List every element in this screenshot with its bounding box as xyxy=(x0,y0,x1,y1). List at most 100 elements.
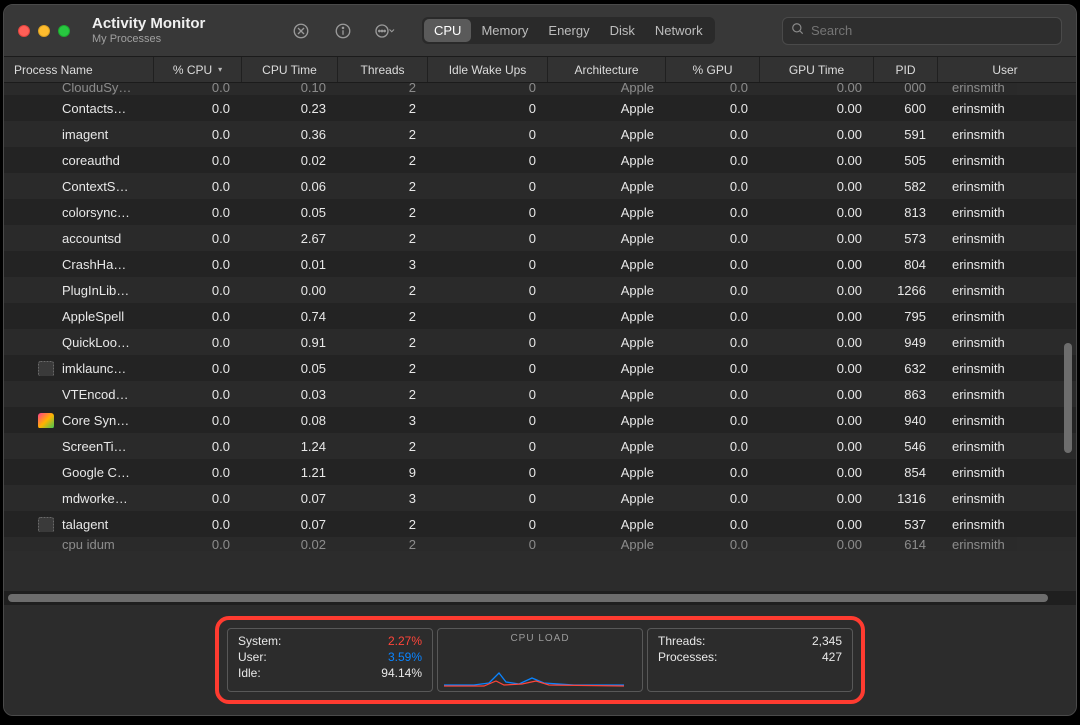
cell-pid: 854 xyxy=(874,465,938,480)
col-cpu-percent[interactable]: % CPU▾ xyxy=(154,57,242,82)
cell-threads: 2 xyxy=(338,335,428,350)
cell-idle-wake: 0 xyxy=(428,439,548,454)
cell-pid: 804 xyxy=(874,257,938,272)
cell-gpu: 0.0 xyxy=(666,361,760,376)
vertical-scrollbar[interactable] xyxy=(1062,83,1074,591)
search-input[interactable] xyxy=(811,23,1053,38)
table-row[interactable]: imagent0.00.3620Apple0.00.00591erinsmith xyxy=(4,121,1076,147)
col-cpu-time[interactable]: CPU Time xyxy=(242,57,338,82)
table-row[interactable]: CrashHa…0.00.0130Apple0.00.00804erinsmit… xyxy=(4,251,1076,277)
tab-cpu[interactable]: CPU xyxy=(424,19,471,42)
table-row[interactable]: ContextS…0.00.0620Apple0.00.00582erinsmi… xyxy=(4,173,1076,199)
cell-gpu: 0.0 xyxy=(666,335,760,350)
cell-architecture: Apple xyxy=(548,387,666,402)
activity-monitor-window: Activity Monitor My Processes CPUMemoryE… xyxy=(3,4,1077,716)
table-row[interactable]: talagent0.00.0720Apple0.00.00537erinsmit… xyxy=(4,511,1076,537)
tab-energy[interactable]: Energy xyxy=(538,19,599,42)
scrollbar-thumb[interactable] xyxy=(1064,343,1072,453)
app-icon xyxy=(38,361,54,376)
col-gpu-percent[interactable]: % GPU xyxy=(666,57,760,82)
cell-idle-wake: 0 xyxy=(428,465,548,480)
sort-indicator-icon: ▾ xyxy=(218,65,222,74)
col-gpu-time[interactable]: GPU Time xyxy=(760,57,874,82)
table-row[interactable]: Core Syn…0.00.0830Apple0.00.00940erinsmi… xyxy=(4,407,1076,433)
col-idle-wake-ups[interactable]: Idle Wake Ups xyxy=(428,57,548,82)
cell-process-name: imklaunc… xyxy=(4,361,154,376)
scrollbar-thumb[interactable] xyxy=(8,594,1048,602)
table-row[interactable]: colorsync…0.00.0520Apple0.00.00813erinsm… xyxy=(4,199,1076,225)
cell-user: erinsmith xyxy=(938,153,1058,168)
cpu-summary-panel: System:2.27% User:3.59% Idle:94.14% CPU … xyxy=(215,616,865,704)
cell-gpu: 0.0 xyxy=(666,309,760,324)
cell-user: erinsmith xyxy=(938,205,1058,220)
cell-cpu: 0.0 xyxy=(154,309,242,324)
cell-gpu: 0.0 xyxy=(666,283,760,298)
table-row[interactable]: mdworke…0.00.0730Apple0.00.001316erinsmi… xyxy=(4,485,1076,511)
zoom-button[interactable] xyxy=(58,25,70,37)
table-row[interactable]: ScreenTi…0.01.2420Apple0.00.00546erinsmi… xyxy=(4,433,1076,459)
search-field[interactable] xyxy=(782,17,1062,45)
process-table: ClouduSy…0.00.1020Apple0.00.00000erinsmi… xyxy=(4,83,1076,591)
cell-architecture: Apple xyxy=(548,361,666,376)
table-row[interactable]: Contacts…0.00.2320Apple0.00.00600erinsmi… xyxy=(4,95,1076,121)
options-menu-button[interactable] xyxy=(370,17,400,45)
table-row[interactable]: Google C…0.01.2190Apple0.00.00854erinsmi… xyxy=(4,459,1076,485)
table-row[interactable]: cpu idum0.00.0220Apple0.00.00614erinsmit… xyxy=(4,537,1076,551)
cell-architecture: Apple xyxy=(548,101,666,116)
cell-idle-wake: 0 xyxy=(428,335,548,350)
table-row[interactable]: AppleSpell0.00.7420Apple0.00.00795erinsm… xyxy=(4,303,1076,329)
cell-process-name: accountsd xyxy=(4,231,154,246)
cell-threads: 2 xyxy=(338,153,428,168)
cell-idle-wake: 0 xyxy=(428,101,548,116)
stop-process-button[interactable] xyxy=(286,17,316,45)
col-user[interactable]: User xyxy=(938,57,1058,82)
cell-user: erinsmith xyxy=(938,413,1058,428)
cell-gpu: 0.0 xyxy=(666,465,760,480)
horizontal-scrollbar[interactable] xyxy=(4,591,1076,605)
table-row[interactable]: coreauthd0.00.0220Apple0.00.00505erinsmi… xyxy=(4,147,1076,173)
col-pid[interactable]: PID xyxy=(874,57,938,82)
titlebar: Activity Monitor My Processes CPUMemoryE… xyxy=(4,5,1076,57)
col-architecture[interactable]: Architecture xyxy=(548,57,666,82)
cell-process-name: ContextS… xyxy=(4,179,154,194)
cell-threads: 3 xyxy=(338,257,428,272)
tab-network[interactable]: Network xyxy=(645,19,713,42)
cell-cpu-time: 0.23 xyxy=(242,101,338,116)
cpu-load-sparkline xyxy=(444,667,624,687)
idle-label: Idle: xyxy=(238,666,261,680)
cell-architecture: Apple xyxy=(548,257,666,272)
col-threads[interactable]: Threads xyxy=(338,57,428,82)
cell-gpu: 0.0 xyxy=(666,231,760,246)
minimize-button[interactable] xyxy=(38,25,50,37)
cell-process-name: ClouduSy… xyxy=(4,83,154,95)
cell-pid: 940 xyxy=(874,413,938,428)
cell-gpu-time: 0.00 xyxy=(760,179,874,194)
table-row[interactable]: VTEncod…0.00.0320Apple0.00.00863erinsmit… xyxy=(4,381,1076,407)
cell-cpu: 0.0 xyxy=(154,537,242,551)
close-button[interactable] xyxy=(18,25,30,37)
cell-gpu-time: 0.00 xyxy=(760,205,874,220)
info-button[interactable] xyxy=(328,17,358,45)
cell-cpu-time: 0.07 xyxy=(242,517,338,532)
tab-memory[interactable]: Memory xyxy=(471,19,538,42)
cell-cpu: 0.0 xyxy=(154,179,242,194)
table-row[interactable]: PlugInLib…0.00.0020Apple0.00.001266erins… xyxy=(4,277,1076,303)
cell-gpu-time: 0.00 xyxy=(760,257,874,272)
cell-cpu-time: 0.91 xyxy=(242,335,338,350)
cell-architecture: Apple xyxy=(548,517,666,532)
table-row[interactable]: QuickLoo…0.00.9120Apple0.00.00949erinsmi… xyxy=(4,329,1076,355)
cell-pid: 591 xyxy=(874,127,938,142)
cell-idle-wake: 0 xyxy=(428,179,548,194)
tab-disk[interactable]: Disk xyxy=(600,19,645,42)
col-process-name[interactable]: Process Name xyxy=(4,57,154,82)
cell-idle-wake: 0 xyxy=(428,309,548,324)
table-row[interactable]: imklaunc…0.00.0520Apple0.00.00632erinsmi… xyxy=(4,355,1076,381)
cell-threads: 2 xyxy=(338,83,428,95)
cell-gpu-time: 0.00 xyxy=(760,231,874,246)
table-row[interactable]: accountsd0.02.6720Apple0.00.00573erinsmi… xyxy=(4,225,1076,251)
cell-idle-wake: 0 xyxy=(428,361,548,376)
cell-threads: 2 xyxy=(338,127,428,142)
cell-gpu-time: 0.00 xyxy=(760,127,874,142)
cell-gpu: 0.0 xyxy=(666,517,760,532)
table-row[interactable]: ClouduSy…0.00.1020Apple0.00.00000erinsmi… xyxy=(4,83,1076,95)
